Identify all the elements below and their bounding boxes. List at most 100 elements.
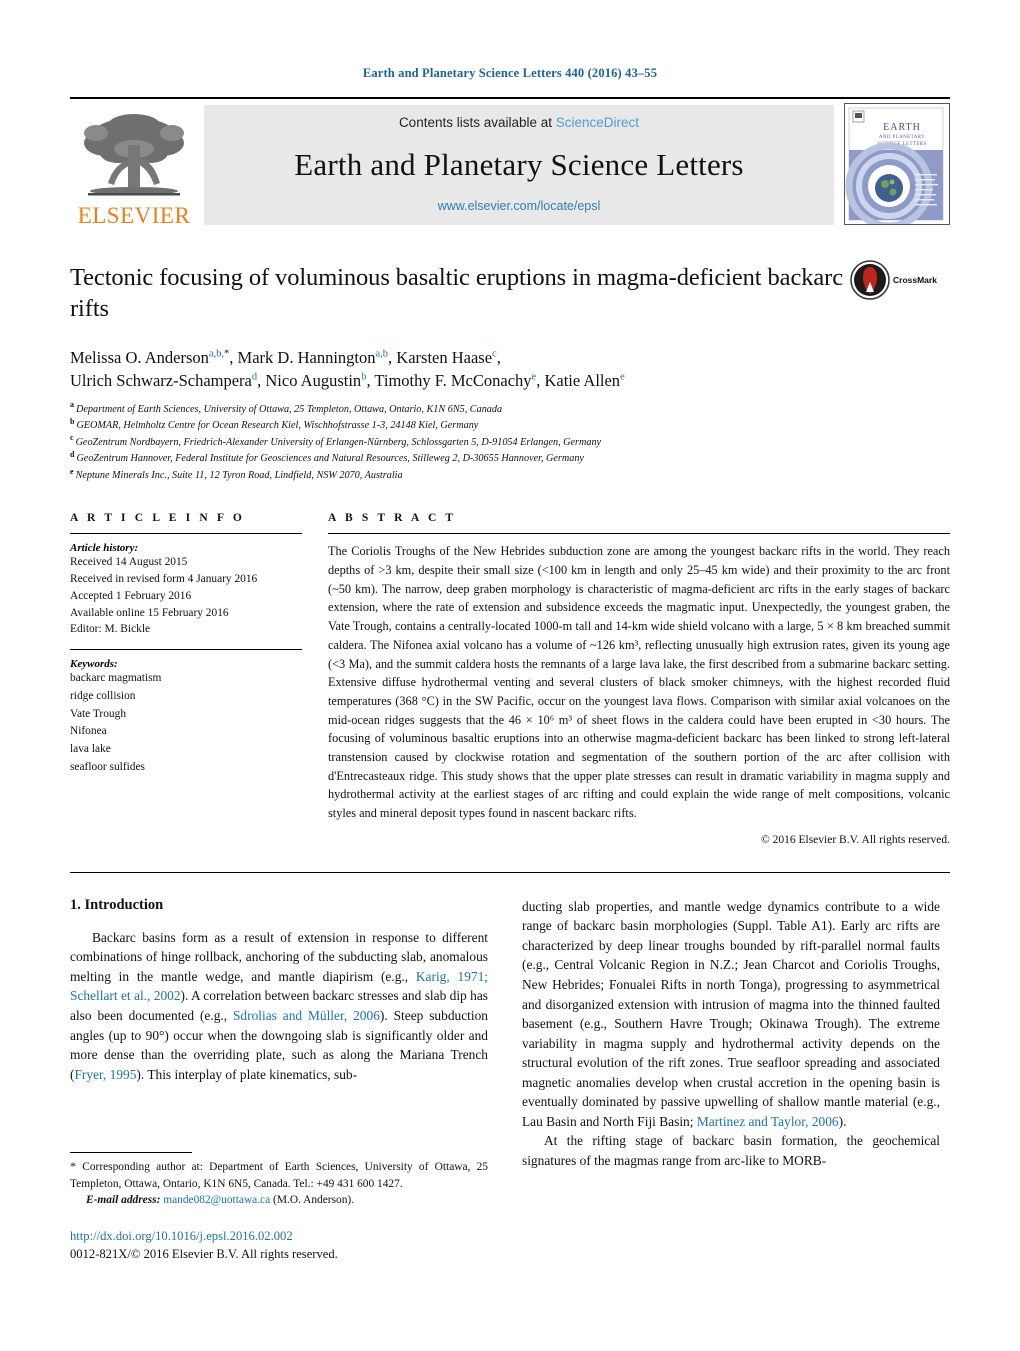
history-item: Received 14 August 2015 <box>70 556 188 569</box>
email-label: E-mail address: <box>86 1194 161 1207</box>
sciencedirect-link[interactable]: ScienceDirect <box>556 115 639 130</box>
affiliation-text: Department of Earth Sciences, University… <box>76 403 503 415</box>
author-affiliation-marks: e <box>620 371 625 383</box>
author-name: Timothy F. McConachy <box>374 371 532 391</box>
journal-title: Earth and Planetary Science Letters <box>294 146 744 182</box>
svg-text:EARTH: EARTH <box>883 122 921 133</box>
article-history-label: Article history: <box>70 542 139 555</box>
author-name: Melissa O. Anderson <box>70 348 209 367</box>
doi-block: http://dx.doi.org/10.1016/j.epsl.2016.02… <box>70 1227 488 1264</box>
article-info-heading: A R T I C L E I N F O <box>70 512 245 525</box>
journal-cover-art: EARTH AND PLANETARY SCIENCE LETTERS <box>845 104 947 224</box>
intro-paragraph-left: Backarc basins form as a result of exten… <box>70 929 489 1082</box>
info-abstract-section: A R T I C L E I N F O Article history: R… <box>70 512 950 846</box>
masthead-center: Contents lists available at ScienceDirec… <box>204 105 834 225</box>
abstract-column: A B S T R A C T The Coriolis Troughs of … <box>328 512 950 846</box>
affiliation-item: d GeoZentrum Hannover, Federal Institute … <box>70 451 950 468</box>
keywords-label: Keywords: <box>70 658 118 671</box>
issn-copyright-line: 0012-821X/© 2016 Elsevier B.V. All right… <box>70 1247 338 1262</box>
affiliation-item: a Department of Earth Sciences, Universit… <box>70 400 950 419</box>
author-affiliation-marks: e <box>531 371 537 383</box>
elsevier-logo: ELSEVIER <box>70 99 198 227</box>
affiliation-mark: c <box>70 433 74 443</box>
elsevier-tree-icon <box>84 114 184 196</box>
affiliation-mark: b <box>70 416 75 426</box>
contents-prefix: Contents lists available at <box>398 115 556 130</box>
email-note: E-mail address: mande082@uottawa.ca (M.O… <box>70 1192 488 1209</box>
author-name: Nico Augustin <box>265 371 362 391</box>
affiliation-mark: d <box>70 450 75 459</box>
intro-paragraph-right-2: At the rifting stage of backarc basin fo… <box>522 1133 940 1169</box>
affiliation-list: a Department of Earth Sciences, Universit… <box>70 400 950 485</box>
history-item: Received in revised form 4 January 2016 <box>70 573 258 586</box>
journal-masthead: ELSEVIER Contents lists available at Sci… <box>70 97 950 227</box>
author-name: Ulrich Schwarz-Schampera <box>70 371 252 391</box>
author-name: Katie Allen <box>544 371 621 391</box>
doi-link[interactable]: http://dx.doi.org/10.1016/j.epsl.2016.02… <box>70 1227 488 1245</box>
title-block: Tectonic focusing of voluminous basaltic… <box>70 260 950 329</box>
citation-link[interactable]: Karig, 1971; Schellart et al., 2002 <box>70 969 488 1004</box>
body-column-left: 1. Introduction Backarc basins form as a… <box>70 897 488 1171</box>
article-info-column: A R T I C L E I N F O Article history: R… <box>70 512 328 845</box>
abstract-body: The Coriolis Troughs of the New Hebrides… <box>328 542 950 822</box>
author-affiliation-marks: c <box>492 348 497 360</box>
crossmark-label: CrossMark <box>893 275 937 285</box>
copyright-line: © 2016 Elsevier B.V. All rights reserved… <box>761 833 950 846</box>
affiliation-item: e Neptune Minerals Inc., Suite 11, 12 Tyr… <box>70 466 950 485</box>
body-columns: 1. Introduction Backarc basins form as a… <box>70 897 950 1171</box>
citation-link[interactable]: Fryer, 1995 <box>74 1067 136 1082</box>
history-item: Editor: M. Bickle <box>70 623 151 636</box>
keyword-item: Vate Trough <box>70 707 127 720</box>
elsevier-wordmark: ELSEVIER <box>77 203 191 228</box>
intro-paragraph-right: ducting slab properties, and mantle wedg… <box>522 898 940 1129</box>
corresponding-author-note: * Corresponding author at: Department of… <box>70 1158 488 1192</box>
keyword-item: Nifonea <box>70 725 107 738</box>
keyword-item: ridge collision <box>70 689 136 702</box>
author-affiliation-marks: d <box>251 371 258 383</box>
crossmark-badge[interactable]: CrossMark <box>850 259 950 301</box>
journal-cover-thumbnail: EARTH AND PLANETARY SCIENCE LETTERS <box>844 103 950 225</box>
author-name: Karsten Haase <box>396 348 493 367</box>
affiliation-text: GeoZentrum Nordbayern, Friedrich-Alexand… <box>75 436 602 448</box>
article-page: Earth and Planetary Science Letters 440 … <box>0 0 1020 1351</box>
author-list: Melissa O. Andersona,b,*, Mark D. Hannin… <box>70 346 900 393</box>
affiliation-item: c GeoZentrum Nordbayern, Friedrich-Alexan… <box>70 433 950 452</box>
affiliation-text: GEOMAR, Helmholtz Centre for Ocean Resea… <box>76 420 479 432</box>
corresponding-author-text: Corresponding author at: Department of E… <box>70 1161 488 1190</box>
citation-link[interactable]: Sdrolias and Müller, 2006 <box>233 1008 380 1023</box>
affiliation-text: Neptune Minerals Inc., Suite 11, 12 Tyro… <box>75 469 403 481</box>
author-name: Mark D. Hannington <box>237 348 376 367</box>
email-link[interactable]: mande082@uottawa.ca <box>163 1194 270 1206</box>
divider <box>70 533 302 535</box>
section-heading-introduction: 1. Introduction <box>70 896 164 913</box>
email-owner: (M.O. Anderson). <box>273 1194 355 1207</box>
corresponding-author-mark: * <box>224 348 230 360</box>
footnote-block: * Corresponding author at: Department of… <box>70 1152 488 1263</box>
journal-url-link[interactable]: www.elsevier.com/locate/epsl <box>438 199 601 213</box>
affiliation-mark: e <box>70 466 74 476</box>
svg-text:AND PLANETARY: AND PLANETARY <box>879 135 925 140</box>
keyword-item: seafloor sulfides <box>70 760 145 773</box>
author-line-1: Melissa O. Andersona,b,*, Mark D. Hannin… <box>70 348 501 367</box>
body-column-right: ducting slab properties, and mantle wedg… <box>522 897 940 1171</box>
footnote-star: * <box>70 1159 76 1173</box>
divider <box>70 649 302 651</box>
footnote-divider <box>70 1152 192 1153</box>
history-item: Available online 15 February 2016 <box>70 606 229 619</box>
abstract-heading: A B S T R A C T <box>328 512 457 525</box>
author-affiliation-marks: b <box>361 371 367 383</box>
running-head: Earth and Planetary Science Letters 440 … <box>362 66 658 80</box>
keyword-item: backarc magmatism <box>70 672 162 685</box>
crossmark-icon <box>850 260 890 300</box>
affiliation-mark: a <box>70 400 74 410</box>
history-item: Accepted 1 February 2016 <box>70 589 192 602</box>
affiliation-text: GeoZentrum Hannover, Federal Institute f… <box>76 453 584 465</box>
keyword-item: lava lake <box>70 742 111 755</box>
author-affiliation-marks: a,b, <box>208 348 225 360</box>
page-title: Tectonic focusing of voluminous basaltic… <box>70 264 843 322</box>
abstract-text: The Coriolis Troughs of the New Hebrides… <box>328 544 950 821</box>
citation-link[interactable]: Martinez and Taylor, 2006 <box>697 1114 839 1129</box>
divider <box>328 533 950 535</box>
contents-available-line: Contents lists available at ScienceDirec… <box>399 115 639 130</box>
affiliation-item: b GEOMAR, Helmholtz Centre for Ocean Rese… <box>70 416 950 435</box>
